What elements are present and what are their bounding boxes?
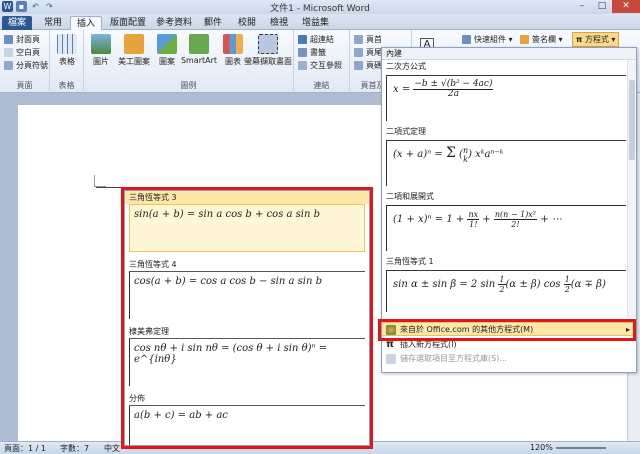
gallery-section-title: 二次方公式 (382, 60, 636, 73)
page-number-button[interactable]: 頁碼 (354, 60, 382, 71)
equation-item-trig1[interactable]: sin α ± sin β = 2 sin 1 2 (α ± β) cos 1 2 (α… (386, 270, 626, 312)
tab-file[interactable]: 檔案 (2, 16, 33, 30)
hyperlink-button[interactable]: 超連結 (298, 34, 334, 45)
window-title: 文件1 - Microsoft Word (270, 4, 370, 14)
equation-item-expansion[interactable]: (1 + x)ⁿ = 1 + nx 1! + n(n − 1)x² 2! + ⋯ (386, 205, 626, 251)
shapes-button[interactable]: 圖案 (152, 34, 182, 67)
group-links-label: 連結 (313, 81, 330, 90)
group-tables-label: 表格 (58, 81, 75, 90)
group-pages-label: 頁面 (16, 81, 33, 90)
footer-icon (354, 48, 363, 57)
tab-references[interactable]: 參考資料 (150, 16, 198, 30)
smartart-icon (189, 34, 209, 54)
group-illustrations: 圖片 美工圖案 圖案 SmartArt 圖表 螢幕擷取畫面 圖例 (84, 30, 294, 93)
pi-icon: π (386, 339, 394, 350)
status-page[interactable]: 頁面：1 / 1 (4, 443, 46, 454)
bookmark-icon (298, 48, 307, 57)
cross-reference-icon (298, 61, 307, 70)
zoom-slider[interactable] (556, 447, 606, 449)
highlight-box-gallery (121, 187, 373, 449)
minimize-icon[interactable]: – (572, 0, 592, 13)
gallery-section-title: 二項式定理 (382, 125, 636, 138)
tab-mailings[interactable]: 郵件 (198, 16, 228, 30)
margin-corner-mark (94, 175, 106, 187)
cross-reference-button[interactable]: 交互參照 (298, 60, 342, 71)
zoom-level[interactable]: 120% (530, 443, 553, 452)
cover-page-icon (4, 35, 13, 44)
window-buttons: – □ ✕ (572, 0, 640, 13)
tab-insert[interactable]: 插入 (70, 16, 103, 30)
tab-page-layout[interactable]: 版面配置 (104, 16, 152, 30)
group-pages: 封面頁 空白頁 分頁符號 頁面 (0, 30, 50, 93)
picture-button[interactable]: 圖片 (86, 34, 116, 67)
expansion-formula: (1 + x)ⁿ = 1 + nx 1! + n(n − 1)x² 2! + ⋯ (393, 210, 562, 229)
page-break-button[interactable]: 分頁符號 (4, 60, 48, 71)
quick-parts-button[interactable]: 快速組件 ▾ (462, 34, 513, 45)
status-language[interactable]: 中文 (104, 443, 120, 454)
cover-page-button[interactable]: 封面頁 (4, 34, 40, 45)
tab-view[interactable]: 檢視 (264, 16, 294, 30)
footer-button[interactable]: 頁尾 (354, 47, 382, 58)
clipart-button[interactable]: 美工圖案 (116, 34, 152, 67)
shapes-icon (157, 34, 177, 54)
signature-line-button[interactable]: 簽名欄 ▾ (520, 34, 563, 45)
highlight-box-office-com (378, 319, 636, 341)
save-gallery-icon (386, 354, 396, 364)
smartart-button[interactable]: SmartArt (180, 34, 218, 65)
group-links: 超連結 書籤 交互參照 連結 (294, 30, 350, 93)
scrollbar-thumb[interactable] (629, 80, 635, 160)
screenshot-button[interactable]: 螢幕擷取畫面 (244, 34, 292, 67)
builtin-header: 內建 (382, 48, 636, 60)
equation-placeholder-line (96, 187, 122, 188)
blank-page-icon (4, 48, 13, 57)
quadratic-formula: x = −b ± √(b² − 4ac) 2a (393, 79, 494, 99)
chart-icon (223, 34, 243, 54)
tab-addins[interactable]: 增益集 (296, 16, 335, 30)
gallery-scrollbar[interactable] (627, 60, 636, 317)
group-tables: 表格 表格 (50, 30, 84, 93)
title-bar: W ▪ ↶ ↷ 文件1 - Microsoft Word – □ ✕ (0, 0, 640, 14)
clipart-icon (124, 34, 144, 54)
screenshot-icon (258, 34, 278, 54)
trig-identity-formula: sin α ± sin β = 2 sin 1 2 (α ± β) cos 1 2 (α… (393, 275, 606, 294)
signature-icon (520, 35, 529, 44)
pi-icon: π (576, 35, 583, 44)
equation-item-binomial[interactable]: (x + a)ⁿ = Σ (n k) xᵏaⁿ⁻ᵏ (386, 140, 626, 186)
hyperlink-icon (298, 35, 307, 44)
table-icon (57, 34, 77, 54)
header-icon (354, 35, 363, 44)
bookmark-button[interactable]: 書籤 (298, 47, 326, 58)
group-illustrations-label: 圖例 (180, 81, 197, 90)
header-button[interactable]: 頁首 (354, 34, 382, 45)
status-words[interactable]: 字數：7 (60, 443, 89, 454)
page-number-icon (354, 61, 363, 70)
gallery-section-title: 二項和展開式 (382, 190, 636, 203)
table-button[interactable]: 表格 (52, 34, 82, 67)
maximize-icon[interactable]: □ (592, 0, 612, 13)
quick-parts-icon (462, 35, 471, 44)
page-break-icon (4, 61, 13, 70)
tab-review[interactable]: 校閱 (232, 16, 262, 30)
picture-icon (91, 34, 111, 54)
tab-home[interactable]: 常用 (38, 16, 68, 30)
save-selection-to-gallery: 儲存選取項目至方程式庫(S)... (382, 352, 636, 366)
close-icon[interactable]: ✕ (612, 0, 640, 13)
equation-button[interactable]: π 方程式 ▾ (572, 32, 620, 47)
binomial-formula: (x + a)ⁿ = Σ (n k) xᵏaⁿ⁻ᵏ (393, 145, 504, 164)
gallery-section-title: 三角恆等式 1 (382, 255, 636, 268)
blank-page-button[interactable]: 空白頁 (4, 47, 40, 58)
equation-item-quadratic[interactable]: x = −b ± √(b² − 4ac) 2a (386, 75, 626, 121)
ribbon-tabs: 檔案 常用 插入 版面配置 參考資料 郵件 校閱 檢視 增益集 (0, 14, 640, 30)
